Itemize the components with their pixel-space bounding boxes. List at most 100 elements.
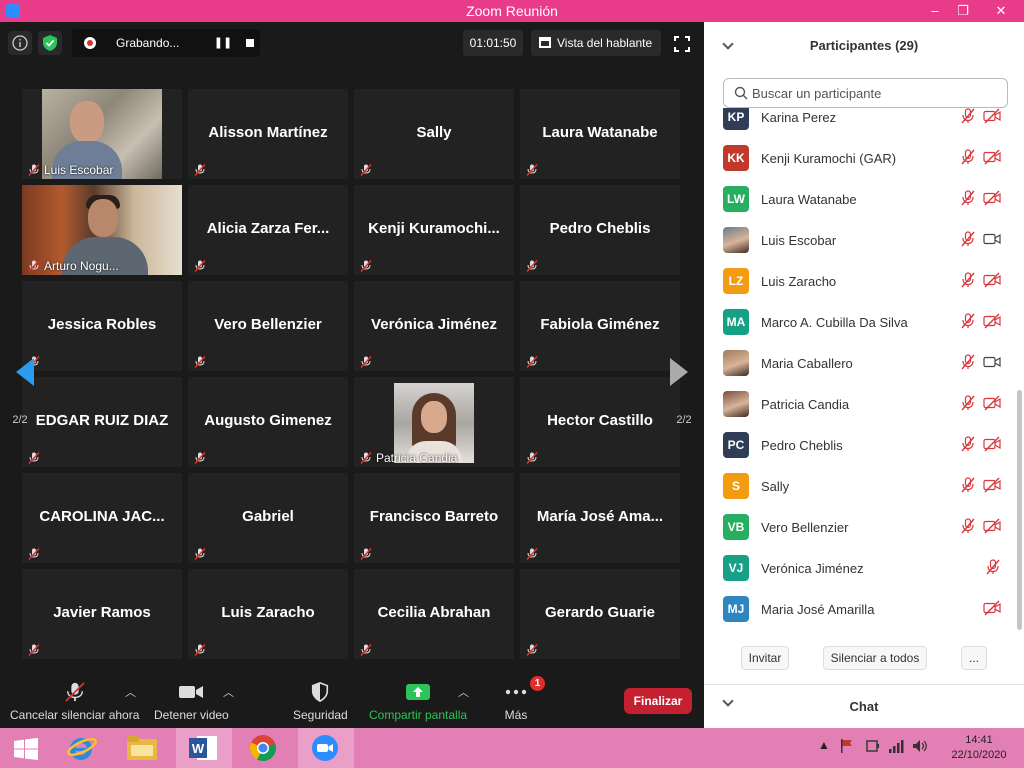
video-tile[interactable]: Vero Bellenzier xyxy=(188,281,348,371)
participants-scrollbar[interactable] xyxy=(1016,110,1022,630)
video-tile[interactable]: Hector Castillo xyxy=(520,377,680,467)
video-off-icon[interactable] xyxy=(983,436,1001,452)
microphone-muted-icon[interactable] xyxy=(960,395,976,411)
participants-more-button[interactable]: ... xyxy=(961,646,987,670)
microphone-muted-icon[interactable] xyxy=(960,272,976,288)
participant-row[interactable]: LZ Luis Zaracho xyxy=(704,260,1014,301)
video-off-icon[interactable] xyxy=(983,272,1001,288)
speaker-view-button[interactable]: Vista del hablante xyxy=(531,30,661,56)
fullscreen-icon[interactable] xyxy=(674,36,692,54)
microphone-muted-icon[interactable] xyxy=(960,354,976,370)
participant-row[interactable]: Maria Caballero xyxy=(704,342,1014,383)
video-off-icon[interactable] xyxy=(983,395,1001,411)
chat-header[interactable]: Chat xyxy=(704,684,1024,728)
microphone-muted-icon[interactable] xyxy=(960,231,976,247)
audio-options-caret-icon[interactable]: ︿ xyxy=(125,684,136,700)
pause-recording-button[interactable]: ❚❚ xyxy=(212,33,234,53)
video-camera-icon[interactable] xyxy=(983,354,1001,370)
close-button[interactable]: ✕ xyxy=(986,0,1016,22)
video-tile[interactable]: Gabriel xyxy=(188,473,348,563)
video-tile[interactable]: Luis Zaracho xyxy=(188,569,348,659)
video-off-icon[interactable] xyxy=(983,149,1001,165)
video-tile[interactable]: EDGAR RUIZ DIAZ xyxy=(22,377,182,467)
video-tile[interactable]: Augusto Gimenez xyxy=(188,377,348,467)
video-tile[interactable]: Laura Watanabe xyxy=(520,89,680,179)
tray-expand-icon[interactable]: ▲ xyxy=(818,738,830,752)
video-off-icon[interactable] xyxy=(983,108,1001,124)
video-tile[interactable]: Kenji Kuramochi... xyxy=(354,185,514,275)
video-tile[interactable]: CAROLINA JAC... xyxy=(22,473,182,563)
participant-search-input[interactable] xyxy=(752,83,1002,103)
zoom-taskbar-button[interactable] xyxy=(298,728,354,768)
microphone-muted-icon[interactable] xyxy=(960,190,976,206)
file-explorer-taskbar-button[interactable] xyxy=(114,728,170,768)
start-button[interactable] xyxy=(0,728,56,768)
participant-row[interactable]: KP Karina Perez xyxy=(704,108,1014,137)
participant-row[interactable]: VJ Verónica Jiménez xyxy=(704,547,1014,588)
video-off-icon[interactable] xyxy=(983,190,1001,206)
video-tile[interactable]: Patricia Candia xyxy=(354,377,514,467)
stop-video-button[interactable]: Detener video xyxy=(154,682,229,722)
previous-page-button[interactable]: 2/2 xyxy=(0,330,40,426)
participant-row[interactable]: Patricia Candia xyxy=(704,383,1014,424)
video-off-icon[interactable] xyxy=(983,477,1001,493)
microphone-muted-icon[interactable] xyxy=(960,518,976,534)
stop-recording-button[interactable] xyxy=(240,33,260,53)
next-page-button[interactable]: 2/2 xyxy=(664,330,704,426)
restore-button[interactable]: ❐ xyxy=(948,0,978,22)
info-icon[interactable] xyxy=(8,31,32,55)
tray-flag-icon[interactable] xyxy=(840,738,854,757)
participant-row[interactable]: Luis Escobar xyxy=(704,219,1014,260)
more-button[interactable]: Más xyxy=(504,682,528,722)
video-tile[interactable]: Gerardo Guarie xyxy=(520,569,680,659)
microphone-muted-icon[interactable] xyxy=(960,149,976,165)
shield-check-icon[interactable] xyxy=(38,31,62,55)
security-button[interactable]: Seguridad xyxy=(293,682,348,722)
participant-row[interactable]: S Sally xyxy=(704,465,1014,506)
video-options-caret-icon[interactable]: ︿ xyxy=(223,684,234,700)
video-off-icon[interactable] xyxy=(983,518,1001,534)
participant-row[interactable]: KK Kenji Kuramochi (GAR) xyxy=(704,137,1014,178)
invite-button[interactable]: Invitar xyxy=(741,646,789,670)
unmute-button[interactable]: Cancelar silenciar ahora xyxy=(10,682,139,722)
video-off-icon[interactable] xyxy=(983,313,1001,329)
video-tile[interactable]: Javier Ramos xyxy=(22,569,182,659)
chrome-taskbar-button[interactable] xyxy=(236,728,292,768)
participant-row[interactable]: LW Laura Watanabe xyxy=(704,178,1014,219)
video-camera-icon[interactable] xyxy=(983,231,1001,247)
end-meeting-button[interactable]: Finalizar xyxy=(624,688,692,714)
scrollbar-thumb[interactable] xyxy=(1017,390,1022,630)
participant-row[interactable]: MA Marco A. Cubilla Da Silva xyxy=(704,301,1014,342)
microphone-muted-icon[interactable] xyxy=(960,477,976,493)
video-tile[interactable]: Arturo Nogu... xyxy=(22,185,182,275)
microphone-muted-icon[interactable] xyxy=(985,559,1001,575)
video-tile[interactable]: Alisson Martínez xyxy=(188,89,348,179)
internet-explorer-taskbar-button[interactable] xyxy=(54,728,110,768)
participant-search[interactable] xyxy=(723,78,1008,108)
participant-row[interactable]: PC Pedro Cheblis xyxy=(704,424,1014,465)
word-taskbar-button[interactable]: W xyxy=(176,728,232,768)
video-tile[interactable]: Sally xyxy=(354,89,514,179)
microphone-muted-icon[interactable] xyxy=(960,436,976,452)
tray-volume-icon[interactable] xyxy=(912,738,928,757)
share-options-caret-icon[interactable]: ︿ xyxy=(458,684,469,700)
minimize-button[interactable]: ‒ xyxy=(920,0,950,22)
system-clock[interactable]: 14:41 22/10/2020 xyxy=(944,733,1014,763)
microphone-muted-icon[interactable] xyxy=(960,313,976,329)
tray-power-icon[interactable] xyxy=(865,738,881,757)
share-screen-button[interactable]: Compartir pantalla xyxy=(369,682,467,722)
microphone-muted-icon[interactable] xyxy=(960,108,976,124)
video-tile[interactable]: Jessica Robles xyxy=(22,281,182,371)
participant-row[interactable]: MJ Maria José Amarilla xyxy=(704,588,1014,629)
participant-row[interactable]: VB Vero Bellenzier xyxy=(704,506,1014,547)
video-tile[interactable]: Verónica Jiménez xyxy=(354,281,514,371)
video-tile[interactable]: Cecilia Abrahan xyxy=(354,569,514,659)
video-tile[interactable]: Francisco Barreto xyxy=(354,473,514,563)
video-tile[interactable]: Luis Escobar xyxy=(22,89,182,179)
video-tile[interactable]: Alicia Zarza Fer... xyxy=(188,185,348,275)
video-tile[interactable]: Fabiola Giménez xyxy=(520,281,680,371)
video-tile[interactable]: Pedro Cheblis xyxy=(520,185,680,275)
video-tile[interactable]: María José Ama... xyxy=(520,473,680,563)
mute-all-button[interactable]: Silenciar a todos xyxy=(823,646,927,670)
tray-network-icon[interactable] xyxy=(888,738,904,757)
